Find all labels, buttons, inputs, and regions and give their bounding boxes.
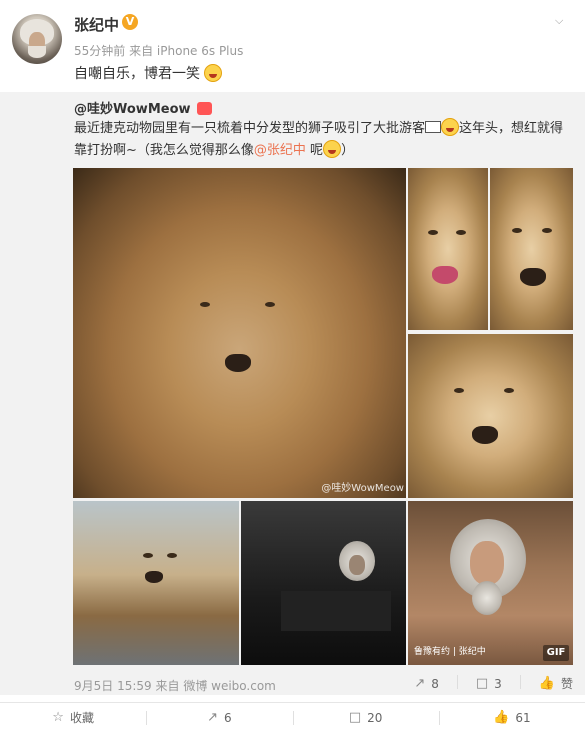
photo-lion-grin[interactable] <box>490 168 573 330</box>
gif-badge: GIF <box>543 645 569 661</box>
repost-time[interactable]: 9月5日 15:59 <box>74 679 152 693</box>
photo-lion-tongue[interactable] <box>408 168 488 330</box>
thumbs-up-icon: 👍 <box>493 710 510 725</box>
post-meta: 55分钟前 来自 iPhone 6s Plus <box>74 42 243 59</box>
comment-icon: □ <box>475 676 489 691</box>
repost-icon: ↗ <box>414 676 426 691</box>
repost-user[interactable]: @哇妙WowMeow <box>74 102 191 117</box>
username[interactable]: 张纪中 <box>74 14 119 35</box>
smirk-emoji-icon <box>441 118 460 136</box>
laugh-emoji-icon <box>323 140 342 158</box>
photo-piano-scene[interactable] <box>241 501 406 665</box>
thumbs-up-icon: 👍 <box>538 676 555 691</box>
post-text: 自嘲自乐，博君一笑 <box>74 63 223 83</box>
repost-author-line: @哇妙WowMeow <box>74 98 212 117</box>
repost-footer: 9月5日 15:59 来自 微博 weibo.com <box>74 677 276 694</box>
repost-block: @哇妙WowMeow 最近捷克动物园里有一只梳着中分发型的狮子吸引了大批游客 这年… <box>0 92 585 695</box>
repost-repost-button[interactable]: ↗ 8 <box>414 675 439 692</box>
tv-caption: 鲁豫有约 | 张纪中 <box>414 647 486 657</box>
photo-watermark: @哇妙WowMeow <box>321 483 404 494</box>
verified-badge: V <box>122 14 138 30</box>
repost-button[interactable]: ↗ 6 <box>146 703 292 732</box>
photo-lion-lying[interactable] <box>73 501 239 665</box>
like-button[interactable]: 👍 61 <box>438 703 585 732</box>
repost-text: 最近捷克动物园里有一只梳着中分发型的狮子吸引了大批游客 这年头，想红就得靠打扮啊~… <box>74 118 574 162</box>
favorite-button[interactable]: ☆ 收藏 <box>0 703 146 732</box>
repost-comment-button[interactable]: □ 3 <box>476 675 502 692</box>
photo-lion-snarl[interactable] <box>408 334 573 498</box>
repost-icon: ↗ <box>207 710 218 725</box>
photo-tv-interview[interactable]: 鲁豫有约 | 张纪中 GIF <box>408 501 573 665</box>
post-header: 张纪中 V 55分钟前 来自 iPhone 6s Plus ⌵ 自嘲自乐，博君一… <box>0 0 585 92</box>
post-source: 来自 iPhone 6s Plus <box>129 44 244 58</box>
member-badge-icon <box>196 102 212 115</box>
post-time[interactable]: 55分钟前 <box>74 44 125 58</box>
chevron-down-icon[interactable]: ⌵ <box>555 14 569 27</box>
comment-button[interactable]: □ 20 <box>292 703 439 732</box>
star-icon: ☆ <box>52 710 64 725</box>
laugh-emoji-icon <box>204 64 223 82</box>
avatar[interactable] <box>12 14 62 64</box>
photo-lion-main[interactable]: @哇妙WowMeow <box>73 168 406 498</box>
repost-source: 来自 微博 weibo.com <box>155 679 276 693</box>
mention-link[interactable]: @张纪中 <box>254 143 306 158</box>
repost-actions: ↗ 8 □ 3 👍 赞 <box>396 675 573 692</box>
action-bar: ☆ 收藏 ↗ 6 □ 20 👍 61 <box>0 702 585 732</box>
repost-like-button[interactable]: 👍 赞 <box>539 675 573 692</box>
comment-icon: □ <box>348 710 362 725</box>
video-icon <box>425 121 442 133</box>
